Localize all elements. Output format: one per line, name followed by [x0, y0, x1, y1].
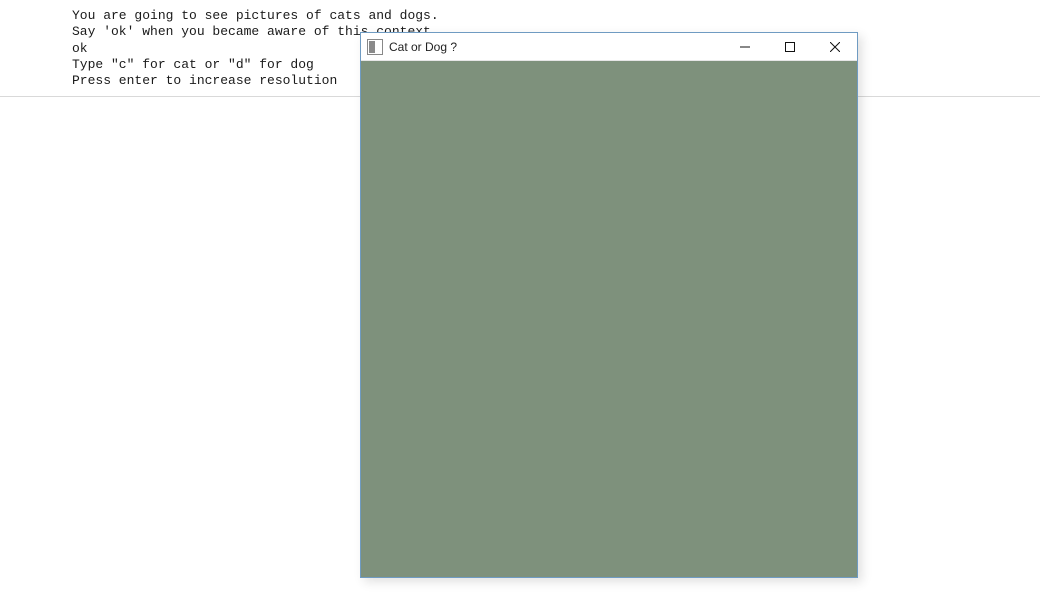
image-canvas[interactable] — [361, 61, 857, 577]
app-icon — [367, 39, 383, 55]
close-button[interactable] — [812, 33, 857, 60]
minimize-button[interactable] — [722, 33, 767, 60]
maximize-icon — [785, 42, 795, 52]
image-window[interactable]: Cat or Dog ? — [360, 32, 858, 578]
window-controls — [722, 33, 857, 60]
close-icon — [830, 42, 840, 52]
console-line: You are going to see pictures of cats an… — [72, 8, 1040, 24]
window-title: Cat or Dog ? — [389, 40, 457, 54]
maximize-button[interactable] — [767, 33, 812, 60]
minimize-icon — [740, 42, 750, 52]
window-titlebar[interactable]: Cat or Dog ? — [361, 33, 857, 61]
